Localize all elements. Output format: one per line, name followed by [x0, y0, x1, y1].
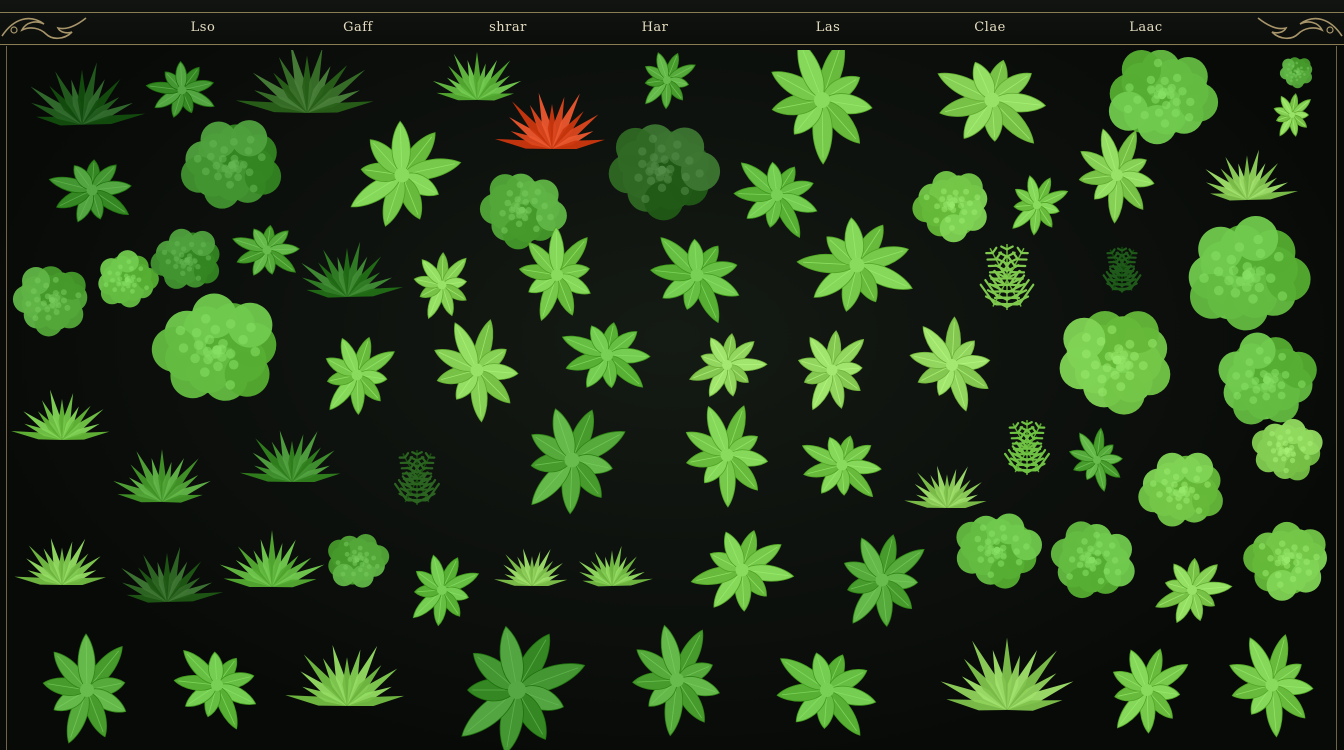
plant-bush [956, 513, 1042, 589]
plant-bush [1059, 311, 1171, 415]
plant-bush [1050, 521, 1135, 599]
plant-leafy [530, 408, 626, 515]
image-frame: Lso Gaff shrar Har Las Clae Laac [0, 0, 1344, 750]
plant-spiky [235, 50, 374, 113]
plant-leafy [843, 534, 925, 627]
header-bar: Lso Gaff shrar Har Las Clae Laac [0, 0, 1344, 46]
header-label: Har [641, 20, 669, 35]
plant-fern [979, 244, 1035, 310]
plant-spiky [301, 241, 404, 298]
plant-leafy [48, 159, 132, 223]
plant-spiky [30, 62, 146, 126]
plant-leafy [173, 649, 257, 730]
plant-leafy [1078, 128, 1155, 224]
plant-bush [1251, 418, 1323, 481]
plant-spiky [494, 548, 568, 586]
plant-leafy [1112, 648, 1189, 734]
plant-bush [1138, 452, 1223, 527]
ornament-left-icon [1, 17, 87, 40]
plant-bush [1108, 50, 1219, 145]
plant-bush [151, 293, 277, 401]
plant-leafy [412, 554, 480, 627]
header-top-rule [0, 12, 1344, 13]
plant-leafy [797, 330, 865, 411]
plant-spiky [239, 430, 341, 482]
header-bottom-rule [0, 44, 1344, 45]
plant-spiky [1205, 149, 1298, 201]
plant-leafy [461, 625, 586, 750]
plant-leafy [1012, 175, 1069, 236]
plant-leafy [644, 52, 696, 110]
plant-leafy [561, 322, 651, 389]
plant-fern [1102, 246, 1142, 293]
plant-fern [1003, 420, 1051, 475]
plant-bush [1188, 216, 1311, 331]
plant-spiky [285, 645, 405, 706]
plant-leafy [909, 316, 991, 412]
plant-leafy [350, 120, 462, 227]
plant-leafy [413, 252, 468, 319]
plant-spiky [432, 51, 522, 101]
plant-leafy [685, 405, 769, 508]
plant-leafy [1273, 93, 1311, 137]
plant-bush [98, 250, 159, 308]
plant-leafy [771, 50, 873, 165]
plant-bush [1218, 332, 1317, 425]
plant-leafy [801, 435, 882, 498]
plant-leafy [937, 59, 1047, 144]
plant-bush [1243, 521, 1327, 601]
plant-bush [12, 266, 88, 337]
plant-spiky [11, 389, 110, 440]
plant-leafy [434, 319, 519, 423]
header-label: Las [815, 20, 841, 35]
plant-spiky [578, 545, 653, 587]
plant-leafy [689, 333, 768, 397]
plant-leafy [42, 633, 127, 744]
plant-leafy [632, 624, 720, 737]
plant-leafy [776, 652, 877, 736]
plant-spiky [14, 538, 106, 585]
plant-leafy [1155, 557, 1233, 624]
plant-spiky [495, 92, 605, 149]
plant-leafy [733, 161, 818, 238]
plant-bush [608, 124, 721, 221]
header-label: Gaff [343, 20, 373, 35]
plant-spiky [121, 546, 224, 603]
header-label: Lso [190, 20, 216, 35]
plant-spiky [219, 530, 325, 588]
ornament-right-icon [1257, 17, 1343, 40]
plant-spiky [904, 465, 987, 508]
plant-collage [11, 50, 1327, 750]
header-label: Laac [1129, 20, 1163, 35]
plant-spiky [113, 448, 211, 503]
plant-bush [912, 171, 988, 243]
plant-bush [150, 228, 220, 289]
plant-leafy [1068, 427, 1123, 492]
plant-bush [1279, 57, 1313, 89]
header-label: Clae [974, 20, 1006, 35]
plant-bush [181, 120, 282, 209]
header-label: shrar [489, 20, 527, 35]
plant-leafy [232, 224, 300, 276]
plant-bush [328, 534, 390, 588]
plant-fern [393, 450, 441, 505]
plant-leafy [650, 237, 740, 324]
plant-leafy [796, 217, 913, 312]
plant-leafy [325, 336, 395, 416]
plant-leafy [1229, 634, 1314, 738]
plant-leafy [690, 530, 795, 612]
plant-leafy [145, 60, 215, 118]
plant-spiky [940, 637, 1074, 711]
